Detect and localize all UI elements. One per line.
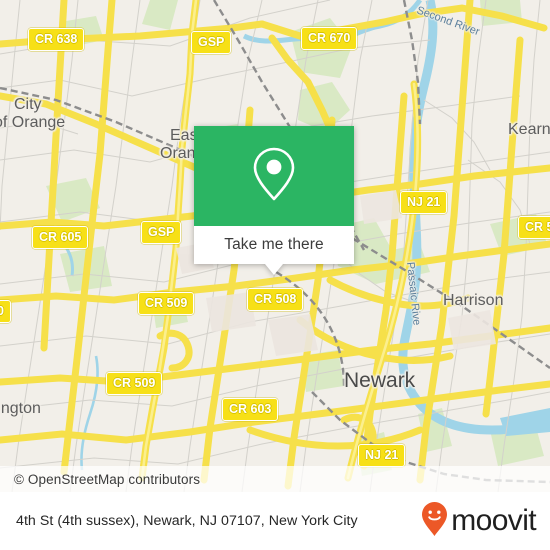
map-callout-card[interactable]: Take me there (194, 126, 354, 275)
address-text: 4th St (4th sussex), Newark, NJ 07107, N… (16, 512, 358, 529)
place-label-newark: Newark (344, 369, 416, 392)
place-label-kearny: Kearny (508, 121, 550, 138)
osm-attribution[interactable]: © OpenStreetMap contributors (0, 466, 550, 492)
moovit-pin-icon (421, 501, 448, 542)
road-shield: NJ 21 (400, 191, 448, 214)
place-label-city-of-orange2: of Orange (0, 114, 66, 131)
road-shield: 0 (0, 300, 11, 323)
road-shield: CR 670 (301, 27, 358, 50)
place-label-irvington: rington (0, 400, 41, 417)
take-me-there-button[interactable]: Take me there (224, 236, 324, 254)
place-label-harrison: Harrison (443, 292, 504, 309)
map-pin-icon (251, 146, 297, 207)
callout-icon-area (194, 126, 354, 226)
app-root: CR 638 GSP CR 670 NJ 21 CR 50 CR 605 GSP… (0, 0, 550, 550)
callout-tail (265, 264, 283, 275)
road-shield: CR 638 (28, 28, 85, 51)
road-shield: CR 603 (222, 398, 279, 421)
road-shield: GSP (191, 31, 232, 54)
road-shield: CR 508 (247, 288, 304, 311)
osm-attribution-text: © OpenStreetMap contributors (14, 471, 201, 487)
road-shield: GSP (141, 221, 182, 244)
moovit-wordmark: moovit (451, 504, 536, 537)
road-shield: CR 509 (106, 372, 163, 395)
road-shield: NJ 21 (358, 444, 406, 467)
road-shield: CR 605 (32, 226, 89, 249)
place-label-city-of-orange: City (14, 96, 42, 113)
road-shield: CR 509 (138, 292, 195, 315)
moovit-logo[interactable]: moovit (421, 501, 537, 542)
road-shield: CR 50 (518, 216, 550, 239)
callout-action-area[interactable]: Take me there (194, 226, 354, 275)
footer-bar: 4th St (4th sussex), Newark, NJ 07107, N… (0, 492, 550, 550)
